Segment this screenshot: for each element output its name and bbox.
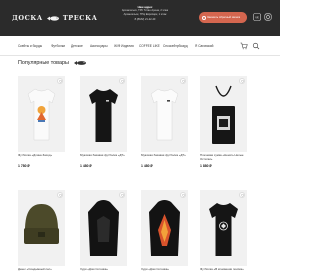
svg-text:vk: vk [255,16,259,20]
product-image[interactable] [200,76,247,152]
nav-item-about[interactable]: Я Саговский [195,44,213,48]
wishlist-button[interactable] [57,192,63,198]
heart-icon [182,80,185,84]
product-card[interactable]: Мужская базовая футболка «ДТ» 1 480 ₽ [141,76,188,168]
logo-text-right: ТРЕСКА [62,14,98,22]
section-heading: Популярные товары [18,60,87,66]
product-name[interactable]: Футболка «В мгновении поиска» [200,268,247,276]
product-price: 1 780 ₽ [18,164,30,168]
white-tshirt-image [18,76,65,152]
heart-icon [59,194,62,198]
wishlist-button[interactable] [239,192,245,198]
white-tshirt-image [141,76,188,152]
product-image[interactable] [80,76,127,152]
product-image[interactable] [18,76,65,152]
main-nav: Скейты и борды Футболки Детское Аксессуа… [0,36,280,56]
black-tshirt-image [80,76,127,152]
nav-item-tshirts[interactable]: Футболки [51,44,65,48]
cart-icon[interactable] [240,42,248,50]
product-card[interactable]: Худи «Дом Сотника» [141,190,188,276]
wishlist-button[interactable] [57,78,63,84]
product-name[interactable]: Худи «Дом Сотника» [80,268,127,276]
nav-item-boards[interactable]: Скейты и борды [18,44,42,48]
logo-text-left: ДОСКА [12,14,43,22]
wishlist-button[interactable] [180,192,186,198]
heart-icon [121,80,124,84]
product-price: 1 480 ₽ [80,164,92,168]
product-name[interactable]: Плечевая сумка «Ненять Нелые Остатки» [200,154,247,162]
product-image[interactable] [141,190,188,266]
nav-item-accessories[interactable]: Аксессуары [90,44,108,48]
wishlist-button[interactable] [180,78,186,84]
fish-icon [46,15,59,21]
heart-icon [121,194,124,198]
phone-icon [202,15,206,20]
site-header: ДОСКА ТРЕСКА Наш адрес Архангельск, ТРК … [0,0,280,36]
site-logo[interactable]: ДОСКА ТРЕСКА [12,9,98,27]
beanie-image [18,190,65,266]
fish-icon [73,61,86,65]
heart-icon [241,80,244,84]
callback-button[interactable]: Заказать обратный звонок [199,12,247,23]
hoodie-image [80,190,127,266]
product-card[interactable]: Худи «Дом Сотника» [80,190,127,276]
product-card[interactable]: Мужская базовая футболка «ДТ» 1 480 ₽ [80,76,127,168]
product-image[interactable] [80,190,127,266]
product-name[interactable]: Худи «Дом Сотника» [141,268,188,276]
hoodie-image [141,190,188,266]
heart-icon [59,80,62,84]
nav-item-snowboard[interactable]: Сноскейтрбоард [163,44,188,48]
product-image[interactable] [141,76,188,152]
product-image[interactable] [18,190,65,266]
product-card[interactable]: Плечевая сумка «Ненять Нелые Остатки» 1 … [200,76,247,168]
heart-icon [241,194,244,198]
black-tshirt-image [200,190,247,266]
section-title: Популярные товары [18,60,69,66]
product-image[interactable] [200,190,247,266]
callback-label: Заказать обратный звонок [207,16,241,19]
heart-icon [182,194,185,198]
wishlist-button[interactable] [119,192,125,198]
product-name[interactable]: Мужская базовая футболка «ДТ» [80,154,127,162]
product-name[interactable]: Мужская базовая футболка «ДТ» [141,154,188,162]
product-card[interactable]: Денег «Синдымный лес» [18,190,65,276]
product-name[interactable]: Денег «Синдымный лес» [18,268,65,276]
wishlist-button[interactable] [119,78,125,84]
product-name[interactable]: Футболка «Длина Заход» [18,154,65,162]
shoulder-bag-image [200,76,247,152]
nav-item-kids[interactable]: Детское [71,44,83,48]
instagram-icon[interactable] [264,13,272,21]
nav-item-products[interactable]: Ж/Ф Изделия [114,44,134,48]
vk-icon[interactable]: vk [253,13,261,21]
search-icon[interactable] [252,42,260,50]
nav-item-coffee-like[interactable]: COFFEE LIKE [139,44,160,48]
product-price: 1 880 ₽ [200,164,212,168]
product-price: 1 480 ₽ [141,164,153,168]
product-card[interactable]: Футболка «Длина Заход» 1 780 ₽ [18,76,65,168]
contact-phone[interactable]: 8 (8182) 21-22-40 [110,18,180,22]
header-contacts: Наш адрес Архангельск, ТРК Титан Арена, … [110,5,180,22]
wishlist-button[interactable] [239,78,245,84]
product-card[interactable]: Футболка «В мгновении поиска» [200,190,247,276]
